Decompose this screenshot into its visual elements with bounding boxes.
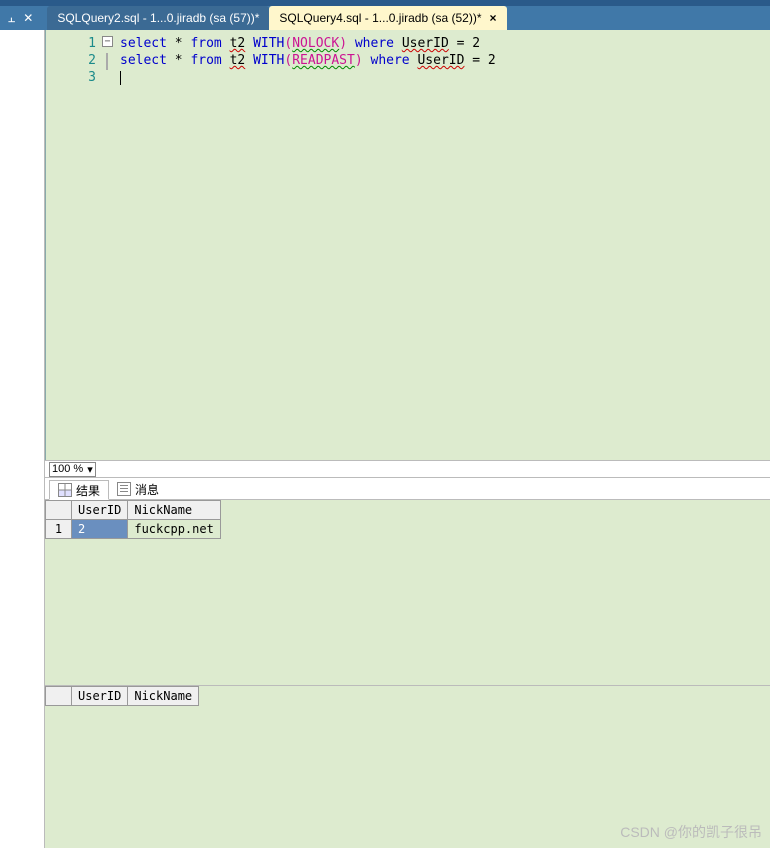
zoom-value: 100 % — [52, 463, 83, 475]
table-row[interactable]: 12fuckcpp.net — [46, 520, 221, 539]
document-tab[interactable]: SQLQuery2.sql - 1...0.jiradb (sa (57))* — [47, 6, 269, 30]
line-number-margin: 123 — [46, 30, 102, 460]
fold-toggle-icon[interactable]: − — [102, 36, 113, 47]
text-caret — [120, 71, 121, 85]
fold-bar — [106, 53, 108, 70]
tab-results[interactable]: 结果 — [49, 480, 109, 500]
row-number[interactable]: 1 — [46, 520, 72, 539]
cell[interactable]: fuckcpp.net — [128, 520, 220, 539]
close-tab-icon[interactable]: × — [490, 11, 497, 25]
column-header[interactable]: UserID — [72, 687, 128, 706]
pin-icon[interactable]: ⫠ — [4, 11, 19, 26]
code-line[interactable] — [120, 70, 766, 87]
grid-icon — [58, 483, 72, 497]
grid-corner[interactable] — [46, 687, 72, 706]
cell[interactable]: 2 — [72, 520, 128, 539]
result-grid-2[interactable]: UserIDNickName — [45, 686, 770, 848]
sql-editor[interactable]: 123 − select * from t2 WITH(NOLOCK) wher… — [45, 30, 770, 460]
grid-corner[interactable] — [46, 501, 72, 520]
document-tab-active[interactable]: SQLQuery4.sql - 1...0.jiradb (sa (52))* × — [269, 6, 506, 30]
column-header[interactable]: UserID — [72, 501, 128, 520]
close-panel-icon[interactable]: ✕ — [19, 11, 37, 25]
line-number: 3 — [46, 70, 96, 87]
side-gutter — [0, 30, 45, 848]
result-grid-1[interactable]: UserIDNickName12fuckcpp.net — [45, 500, 770, 686]
code-line[interactable]: select * from t2 WITH(READPAST) where Us… — [120, 53, 766, 70]
tab-label: SQLQuery4.sql - 1...0.jiradb (sa (52))* — [279, 11, 481, 25]
zoom-toolbar: 100 % ▾ — [45, 460, 770, 478]
column-header[interactable]: NickName — [128, 501, 220, 520]
tab-label: SQLQuery2.sql - 1...0.jiradb (sa (57))* — [57, 11, 259, 25]
code-area[interactable]: select * from t2 WITH(NOLOCK) where User… — [116, 30, 770, 460]
result-tabs: 结果 消息 — [45, 478, 770, 500]
tab-messages[interactable]: 消息 — [109, 479, 167, 499]
document-tabs: ⫠ ✕ SQLQuery2.sql - 1...0.jiradb (sa (57… — [0, 6, 770, 30]
chevron-down-icon: ▾ — [87, 463, 93, 476]
tab-results-label: 结果 — [76, 482, 100, 499]
line-number: 1 — [46, 36, 96, 53]
zoom-dropdown[interactable]: 100 % ▾ — [49, 462, 96, 477]
code-fold-margin[interactable]: − — [102, 30, 116, 460]
code-line[interactable]: select * from t2 WITH(NOLOCK) where User… — [120, 36, 766, 53]
tab-messages-label: 消息 — [135, 481, 159, 498]
column-header[interactable]: NickName — [128, 687, 199, 706]
message-icon — [117, 482, 131, 496]
line-number: 2 — [46, 53, 96, 70]
